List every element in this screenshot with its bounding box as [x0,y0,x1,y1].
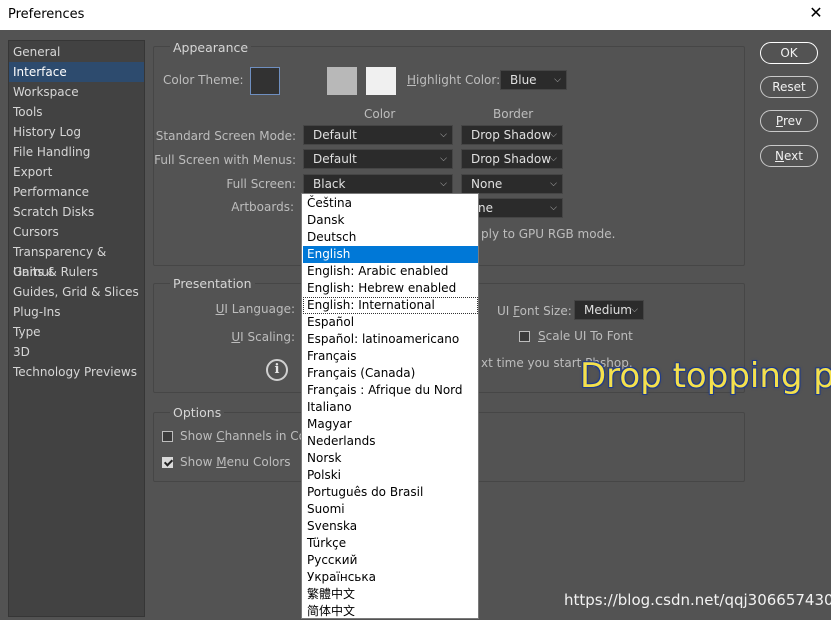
language-option[interactable]: Norsk [303,450,478,467]
sidebar-item-transparency-gamut[interactable]: Transparency & Gamut [9,242,144,279]
chevron-down-icon: ⌵ [550,154,557,164]
full-screen-border-select[interactable]: None ⌵ [461,174,563,194]
language-option[interactable]: Italiano [303,399,478,416]
options-title: Options [170,405,225,420]
chevron-down-icon: ⌵ [440,179,447,189]
language-option[interactable]: Suomi [303,501,478,518]
highlight-color-select[interactable]: Blue ⌵ [500,70,567,90]
scale-ui-checkbox[interactable] [519,331,530,342]
language-option[interactable]: English: Hebrew enabled [303,280,478,297]
artboards-label: Artboards: [231,200,294,214]
presentation-title: Presentation [170,276,255,291]
language-option[interactable]: Français [303,348,478,365]
ui-scaling-label: UI Scaling: [231,330,295,344]
language-option[interactable]: Svenska [303,518,478,535]
chevron-down-icon: ⌵ [631,305,638,315]
show-menu-colors-label: Show Menu Colors [180,455,291,469]
color-column-header: Color [364,107,396,121]
watermark: https://blog.csdn.net/qqj3066574300 [564,591,831,609]
chevron-down-icon: ⌵ [550,179,557,189]
language-option[interactable]: Nederlands [303,433,478,450]
language-option[interactable]: 简体中文 [303,603,478,620]
ui-font-size-label: UI Font Size: [497,304,572,318]
standard-screen-border-select[interactable]: Drop Shadow ⌵ [461,125,563,145]
sidebar-item-type[interactable]: Type [9,322,144,342]
language-option[interactable]: Português do Brasil [303,484,478,501]
language-option[interactable]: Deutsch [303,229,478,246]
sidebar-item-3d[interactable]: 3D [9,342,144,362]
sidebar-item-units-rulers[interactable]: Units & Rulers [9,262,144,282]
chevron-down-icon: ⌵ [440,130,447,140]
language-option[interactable]: Français (Canada) [303,365,478,382]
sidebar-item-guides-grid-slices[interactable]: Guides, Grid & Slices [9,282,144,302]
close-icon[interactable]: ✕ [806,3,826,25]
full-screen-menus-border-select[interactable]: Drop Shadow ⌵ [461,149,563,169]
language-option[interactable]: Türkçe [303,535,478,552]
full-screen-menus-color-select[interactable]: Default ⌵ [303,149,453,169]
next-button[interactable]: Next [760,145,818,167]
theme-swatch-lightest[interactable] [366,67,396,95]
sidebar-item-history-log[interactable]: History Log [9,122,144,142]
language-option[interactable]: English: International [303,297,478,314]
sidebar: General Interface Workspace Tools History Lo… [8,40,145,617]
overlay-caption: Drop topping p [580,356,831,396]
chevron-down-icon: ⌵ [550,203,557,213]
sidebar-item-interface[interactable]: Interface [9,62,144,82]
show-channels-checkbox[interactable] [162,431,173,442]
language-option[interactable]: Español: latinoamericano [303,331,478,348]
show-menu-colors-checkbox[interactable] [162,457,173,468]
language-option[interactable]: Čeština [303,195,478,212]
sidebar-item-technology-previews[interactable]: Technology Previews [9,362,144,382]
info-icon: i [266,359,288,381]
chevron-down-icon: ⌵ [550,130,557,140]
full-screen-label: Full Screen: [226,177,296,191]
full-screen-color-select[interactable]: Black ⌵ [303,174,453,194]
border-column-header: Border [493,107,534,121]
chevron-down-icon: ⌵ [554,75,561,85]
sidebar-item-tools[interactable]: Tools [9,102,144,122]
sidebar-item-file-handling[interactable]: File Handling [9,142,144,162]
sidebar-item-export[interactable]: Export [9,162,144,182]
theme-swatch-darkest[interactable] [250,67,280,95]
theme-swatch-dark[interactable] [290,67,320,95]
sidebar-item-general[interactable]: General [9,42,144,62]
language-option[interactable]: Magyar [303,416,478,433]
standard-screen-mode-label: Standard Screen Mode: [155,129,296,143]
show-channels-label: Show Channels in Col [180,429,310,443]
language-option[interactable]: 繁體中文 [303,586,478,603]
language-option[interactable]: English [303,246,478,263]
sidebar-item-performance[interactable]: Performance [9,182,144,202]
sidebar-item-scratch-disks[interactable]: Scratch Disks [9,202,144,222]
ui-font-size-select[interactable]: Medium ⌵ [574,300,644,320]
gpu-note: ply to GPU RGB mode. [481,227,616,241]
full-screen-menus-label: Full Screen with Menus: [154,153,296,167]
language-option[interactable]: Українська [303,569,478,586]
theme-swatch-light[interactable] [327,67,357,95]
window-title: Preferences [8,7,85,22]
ok-button[interactable]: OK [760,42,818,64]
language-option[interactable]: Français : Afrique du Nord [303,382,478,399]
sidebar-item-workspace[interactable]: Workspace [9,82,144,102]
ui-language-label: UI Language: [215,302,295,316]
reset-button[interactable]: Reset [760,76,818,98]
sidebar-item-cursors[interactable]: Cursors [9,222,144,242]
language-dropdown-list[interactable]: Čeština Dansk Deutsch English English: Arabi… [301,193,479,619]
color-theme-label: Color Theme: [163,73,244,87]
chevron-down-icon: ⌵ [440,154,447,164]
appearance-title: Appearance [170,40,252,55]
prev-button[interactable]: Prev [760,110,818,132]
language-option[interactable]: Español [303,314,478,331]
language-option[interactable]: Русский [303,552,478,569]
title-bar [0,0,831,30]
scale-ui-label: Scale UI To Font [538,329,633,343]
sidebar-item-plug-ins[interactable]: Plug-Ins [9,302,144,322]
language-option[interactable]: English: Arabic enabled [303,263,478,280]
language-option[interactable]: Dansk [303,212,478,229]
language-option[interactable]: Polski [303,467,478,484]
standard-screen-color-select[interactable]: Default ⌵ [303,125,453,145]
highlight-color-label: Highlight Color: [407,73,501,87]
